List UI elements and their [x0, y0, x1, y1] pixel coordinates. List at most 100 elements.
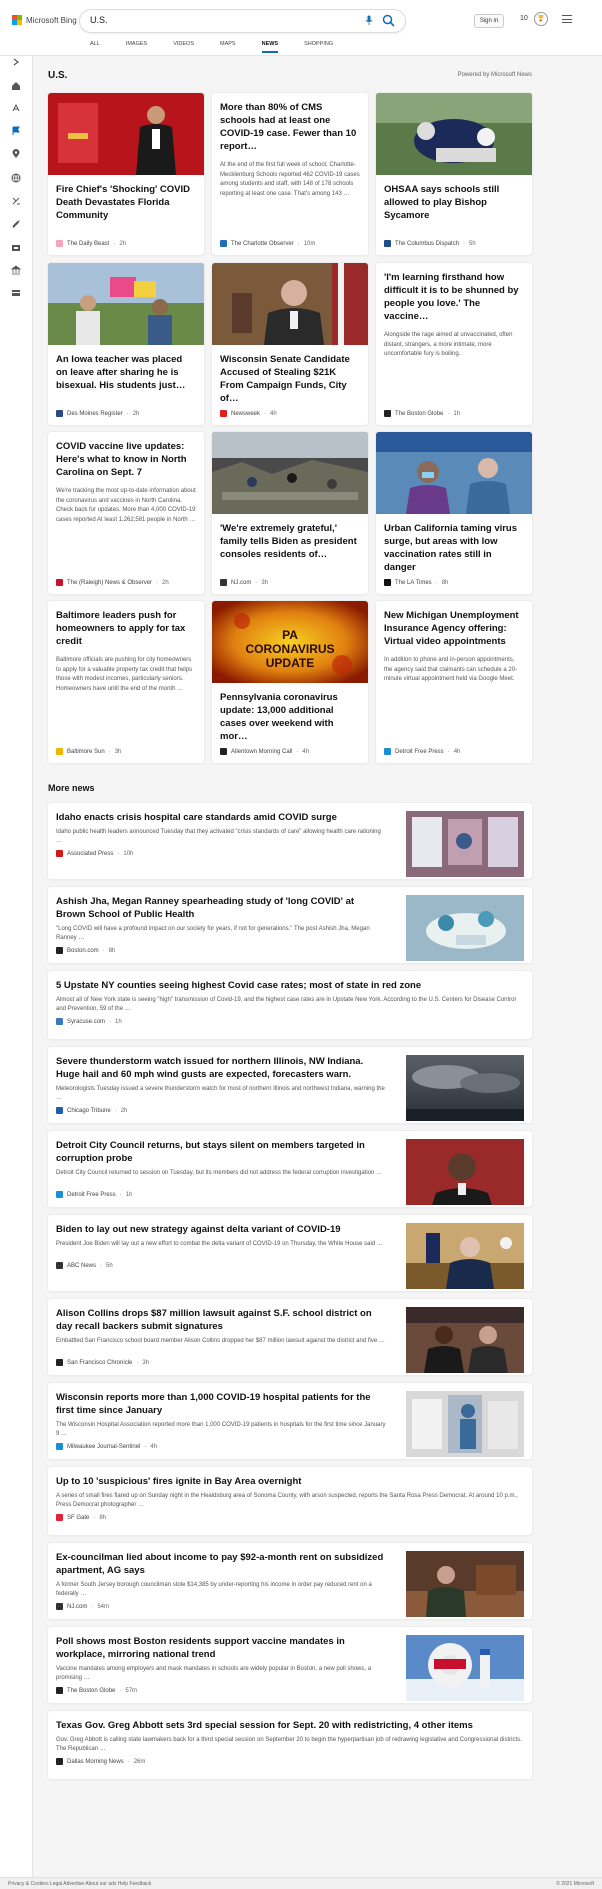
more-news-item[interactable]: Idaho enacts crisis hospital care standa… — [48, 803, 532, 879]
more-news-item[interactable]: Up to 10 'suspicious' fires ignite in Ba… — [48, 1467, 532, 1535]
hamburger-menu-icon[interactable] — [562, 15, 572, 23]
news-card[interactable]: PA CORONAVIRUS UPDATE Pennsylvania coronavi… — [212, 601, 368, 763]
film-icon[interactable] — [10, 242, 22, 254]
more-news-item[interactable]: Detroit City Council returns, but stays … — [48, 1131, 532, 1207]
more-news-item[interactable]: Poll shows most Boston residents support… — [48, 1627, 532, 1703]
news-card-source[interactable]: The Charlotte Observer · 10m — [220, 240, 315, 247]
more-news-title[interactable]: 5 Upstate NY counties seeing highest Cov… — [56, 979, 522, 992]
more-news-image[interactable] — [406, 1391, 524, 1457]
news-card-image[interactable] — [48, 93, 204, 175]
news-card[interactable]: Wisconsin Senate Candidate Accused of St… — [212, 263, 368, 425]
news-card-title[interactable]: OHSAA says schools still allowed to play… — [376, 183, 532, 222]
more-news-image[interactable] — [406, 811, 524, 877]
news-card-source[interactable]: Detroit Free Press · 4h — [384, 748, 460, 755]
news-card-title[interactable]: COVID vaccine live updates: Here's what … — [48, 440, 204, 479]
more-news-image[interactable] — [406, 1223, 524, 1289]
more-news-source[interactable]: Dallas Morning News · 26m — [56, 1758, 145, 1765]
search-input[interactable] — [90, 15, 330, 25]
more-news-item[interactable]: Severe thunderstorm watch issued for nor… — [48, 1047, 532, 1123]
more-news-title[interactable]: Idaho enacts crisis hospital care standa… — [56, 811, 386, 824]
more-news-item[interactable]: Ex-councilman lied about income to pay $… — [48, 1543, 532, 1619]
more-news-image[interactable] — [406, 1139, 524, 1205]
news-card-title[interactable]: Pennsylvania coronavirus update: 13,000 … — [212, 691, 368, 743]
news-card-image[interactable] — [212, 432, 368, 514]
more-news-source[interactable]: Detroit Free Press · 1h — [56, 1191, 132, 1198]
more-news-item[interactable]: Ashish Jha, Megan Ranney spearheading st… — [48, 887, 532, 963]
more-news-title[interactable]: Alison Collins drops $87 million lawsuit… — [56, 1307, 386, 1333]
bank-icon[interactable] — [10, 264, 22, 276]
news-card-title[interactable]: Fire Chief's 'Shocking' COVID Death Deva… — [48, 183, 204, 222]
more-news-item[interactable]: Alison Collins drops $87 million lawsuit… — [48, 1299, 532, 1375]
tab-maps[interactable]: MAPS — [220, 41, 236, 53]
news-card-source[interactable]: NJ.com · 3h — [220, 579, 268, 586]
news-card-source[interactable]: The LA Times · 8h — [384, 579, 448, 586]
news-card-image[interactable] — [48, 263, 204, 345]
sign-in-button[interactable]: Sign in — [474, 14, 504, 28]
news-card[interactable]: An Iowa teacher was placed on leave afte… — [48, 263, 204, 425]
more-news-source[interactable]: NJ.com · 54m — [56, 1603, 109, 1610]
more-news-source[interactable]: SF Gate · 8h — [56, 1514, 106, 1521]
search-box[interactable] — [80, 10, 405, 32]
tab-shopping[interactable]: SHOPPING — [304, 41, 333, 53]
more-news-image[interactable] — [406, 1307, 524, 1373]
more-news-source[interactable]: Syracuse.com · 1h — [56, 1018, 122, 1025]
news-card-title[interactable]: An Iowa teacher was placed on leave afte… — [48, 353, 204, 392]
more-news-source[interactable]: Milwaukee Journal-Sentinel · 4h — [56, 1443, 157, 1450]
more-news-item[interactable]: 5 Upstate NY counties seeing highest Cov… — [48, 971, 532, 1039]
news-card-source[interactable]: The Columbus Dispatch · 5h — [384, 240, 476, 247]
news-card-title[interactable]: New Michigan Unemployment Insurance Agen… — [376, 609, 532, 648]
footer-links[interactable]: Privacy & Cookies Legal Advertise About … — [8, 1881, 151, 1887]
news-card[interactable]: OHSAA says schools still allowed to play… — [376, 93, 532, 255]
news-card-source[interactable]: Allentown Morning Call · 4h — [220, 748, 309, 755]
news-card-source[interactable]: Baltimore Sun · 3h — [56, 748, 121, 755]
home-icon[interactable] — [10, 80, 22, 92]
more-news-source[interactable]: ABC News · 5h — [56, 1262, 113, 1269]
card-icon[interactable] — [10, 287, 22, 299]
rocket-icon[interactable] — [10, 219, 22, 231]
more-news-item[interactable]: Texas Gov. Greg Abbott sets 3rd special … — [48, 1711, 532, 1779]
more-news-title[interactable]: Severe thunderstorm watch issued for nor… — [56, 1055, 386, 1081]
more-news-title[interactable]: Biden to lay out new strategy against de… — [56, 1223, 386, 1236]
news-card-source[interactable]: The (Raleigh) News & Observer · 2h — [56, 579, 169, 586]
more-news-image[interactable] — [406, 895, 524, 961]
more-news-item[interactable]: Wisconsin reports more than 1,000 COVID-… — [48, 1383, 532, 1459]
more-news-title[interactable]: Ex-councilman lied about income to pay $… — [56, 1551, 386, 1577]
more-news-image[interactable] — [406, 1055, 524, 1121]
more-news-title[interactable]: Texas Gov. Greg Abbott sets 3rd special … — [56, 1719, 522, 1732]
news-card[interactable]: More than 80% of CMS schools had at leas… — [212, 93, 368, 255]
news-card[interactable]: Fire Chief's 'Shocking' COVID Death Deva… — [48, 93, 204, 255]
news-card-title[interactable]: Urban California taming virus surge, but… — [376, 522, 532, 574]
microphone-icon[interactable] — [363, 15, 375, 27]
news-card-image[interactable] — [212, 263, 368, 345]
news-card-image[interactable] — [376, 93, 532, 175]
tab-all[interactable]: ALL — [90, 41, 100, 53]
news-card-source[interactable]: Des Moines Register · 2h — [56, 410, 139, 417]
location-icon[interactable] — [10, 148, 22, 160]
more-news-image[interactable] — [406, 1635, 524, 1701]
more-news-title[interactable]: Wisconsin reports more than 1,000 COVID-… — [56, 1391, 386, 1417]
news-card[interactable]: New Michigan Unemployment Insurance Agen… — [376, 601, 532, 763]
news-card[interactable]: 'We're extremely grateful,' family tells… — [212, 432, 368, 594]
rewards-count[interactable]: 10 — [520, 15, 528, 22]
globe-icon[interactable] — [10, 172, 22, 184]
more-news-image[interactable] — [406, 1551, 524, 1617]
more-news-item[interactable]: Biden to lay out new strategy against de… — [48, 1215, 532, 1291]
more-news-title[interactable]: Up to 10 'suspicious' fires ignite in Ba… — [56, 1475, 522, 1488]
more-news-source[interactable]: San Francisco Chronicle · 3h — [56, 1359, 149, 1366]
news-card-title[interactable]: Baltimore leaders push for homeowners to… — [48, 609, 204, 648]
more-news-source[interactable]: The Boston Globe · 57m — [56, 1687, 137, 1694]
news-card-image[interactable]: PA CORONAVIRUS UPDATE — [212, 601, 368, 683]
news-card[interactable]: COVID vaccine live updates: Here's what … — [48, 432, 204, 594]
news-card-title[interactable]: 'I'm learning firsthand how difficult it… — [376, 271, 532, 323]
bing-logo[interactable]: Microsoft Bing — [12, 15, 77, 25]
more-news-source[interactable]: Associated Press · 10h — [56, 850, 133, 857]
news-card-title[interactable]: More than 80% of CMS schools had at leas… — [212, 101, 368, 153]
news-card-title[interactable]: Wisconsin Senate Candidate Accused of St… — [212, 353, 368, 405]
tab-images[interactable]: IMAGES — [126, 41, 147, 53]
chevron-right-icon[interactable] — [10, 56, 22, 68]
tab-videos[interactable]: VIDEOS — [173, 41, 194, 53]
more-news-title[interactable]: Poll shows most Boston residents support… — [56, 1635, 386, 1661]
discover-icon[interactable] — [10, 102, 22, 114]
more-news-title[interactable]: Detroit City Council returns, but stays … — [56, 1139, 386, 1165]
news-card-title[interactable]: 'We're extremely grateful,' family tells… — [212, 522, 368, 561]
